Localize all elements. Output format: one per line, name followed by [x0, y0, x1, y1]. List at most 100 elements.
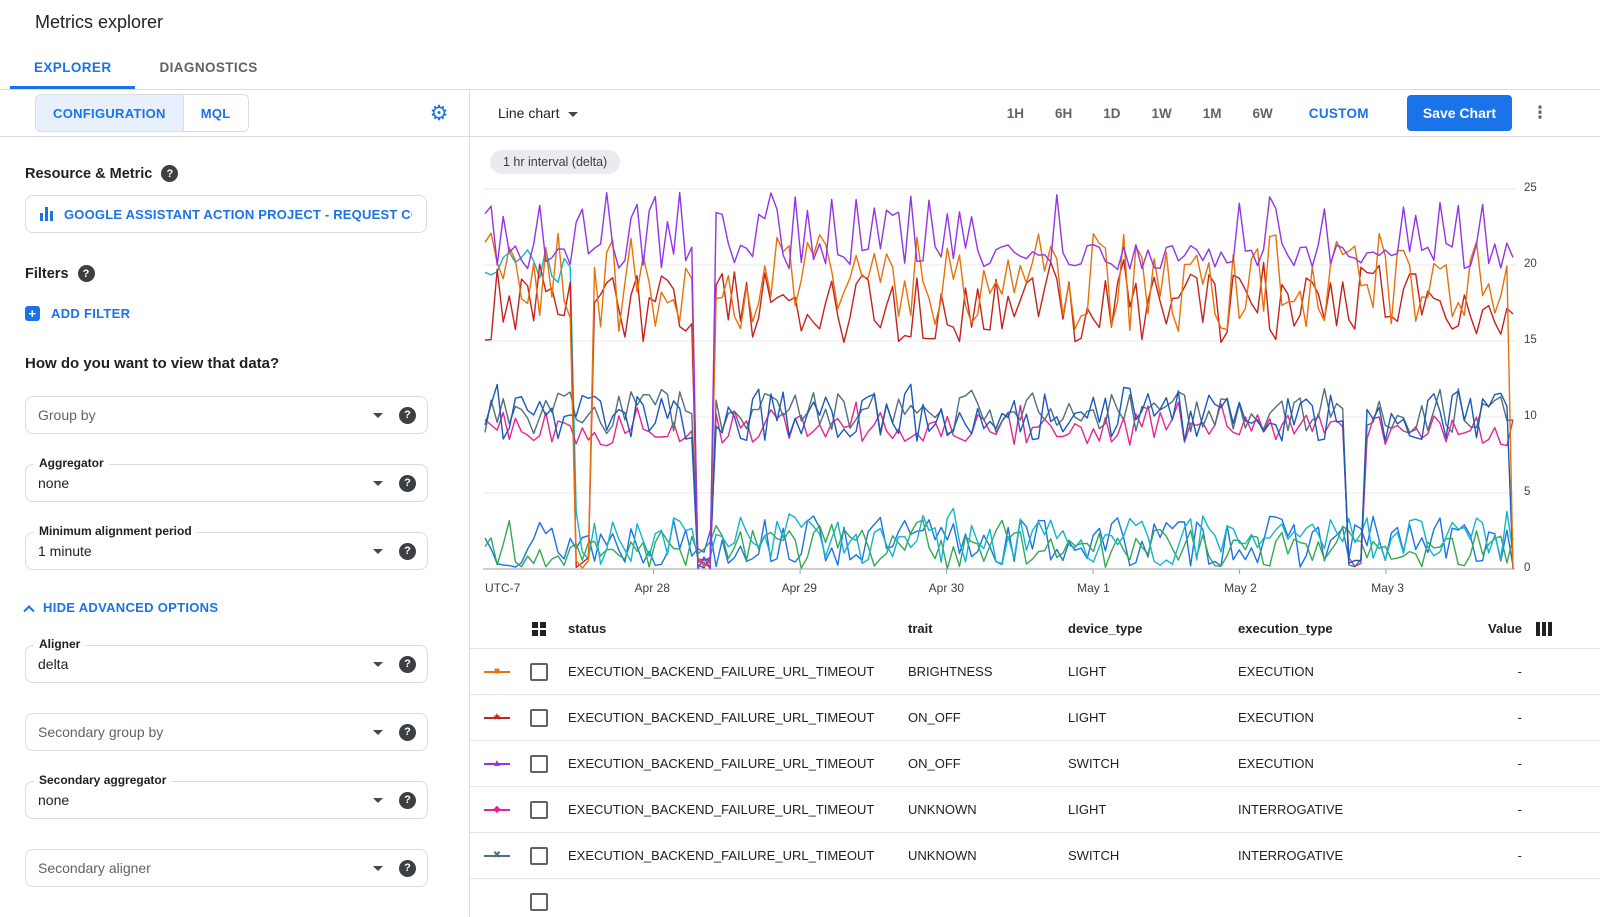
aligner-value: delta — [38, 656, 365, 672]
row-checkbox[interactable] — [530, 755, 548, 773]
series-key-icon: ★ — [484, 711, 510, 725]
cell-device-type: SWITCH — [1068, 848, 1238, 863]
row-checkbox[interactable] — [530, 893, 548, 911]
help-icon[interactable] — [399, 792, 416, 809]
aggregator-field: Aggregator none — [25, 464, 428, 502]
help-icon[interactable] — [399, 860, 416, 877]
cell-status: EXECUTION_BACKEND_FAILURE_URL_TIMEOUT — [568, 710, 908, 725]
help-icon[interactable] — [78, 265, 95, 282]
resource-metric-section: Resource & Metric — [25, 165, 427, 182]
series-key-icon: ■ — [484, 665, 510, 679]
secondary-aligner-field: Secondary aligner — [25, 849, 428, 887]
range-custom-button[interactable]: CUSTOM — [1309, 106, 1369, 121]
cell-value: - — [1468, 802, 1522, 817]
mql-mode-button[interactable]: MQL — [183, 95, 248, 131]
secondary-group-by-field: Secondary group by — [25, 713, 428, 751]
chevron-down-icon — [373, 866, 383, 871]
y-axis-labels: 2520151050 — [1524, 179, 1558, 579]
range-1h-button[interactable]: 1H — [1007, 106, 1024, 121]
chevron-down-icon — [373, 730, 383, 735]
aligner-select[interactable]: delta — [25, 645, 428, 683]
main-area: CONFIGURATION MQL Resource & Metric GOOG… — [0, 90, 1600, 917]
row-checkbox[interactable] — [530, 801, 548, 819]
min-alignment-field: Minimum alignment period 1 minute — [25, 532, 428, 570]
range-1m-button[interactable]: 1M — [1203, 106, 1222, 121]
range-6w-button[interactable]: 6W — [1253, 106, 1273, 121]
metric-chip[interactable]: GOOGLE ASSISTANT ACTION PROJECT - REQUES… — [25, 195, 427, 233]
help-icon[interactable] — [399, 543, 416, 560]
grid-icon[interactable] — [532, 622, 546, 636]
col-value: Value — [1468, 621, 1522, 636]
chevron-down-icon — [373, 413, 383, 418]
help-icon[interactable] — [399, 407, 416, 424]
col-execution-type: execution_type — [1238, 621, 1468, 636]
x-tick-label: Apr 30 — [929, 581, 964, 595]
cell-trait: ON_OFF — [908, 756, 1068, 771]
help-icon[interactable] — [399, 656, 416, 673]
chevron-down-icon — [373, 481, 383, 486]
chevron-up-icon — [23, 605, 34, 616]
x-axis-labels: UTC-7Apr 28Apr 29Apr 30May 1May 2May 3 — [483, 581, 1515, 599]
help-icon[interactable] — [399, 724, 416, 741]
cell-trait: UNKNOWN — [908, 848, 1068, 863]
group-by-select[interactable]: Group by — [25, 396, 428, 434]
top-tabbar: EXPLORER DIAGNOSTICS — [0, 45, 1600, 90]
help-icon[interactable] — [161, 165, 178, 182]
range-1d-button[interactable]: 1D — [1103, 106, 1120, 121]
resource-metric-label: Resource & Metric — [25, 166, 152, 182]
chart-canvas[interactable] — [483, 179, 1515, 579]
series-table: status trait device_type execution_type … — [470, 609, 1600, 917]
advanced-toggle-label: HIDE ADVANCED OPTIONS — [43, 600, 218, 615]
chevron-down-icon — [373, 798, 383, 803]
secondary-group-by-select[interactable]: Secondary group by — [25, 713, 428, 751]
tab-explorer[interactable]: EXPLORER — [10, 45, 135, 89]
row-checkbox[interactable] — [530, 847, 548, 865]
cell-status: EXECUTION_BACKEND_FAILURE_URL_TIMEOUT — [568, 848, 908, 863]
chart-type-label: Line chart — [498, 105, 559, 121]
line-chart[interactable]: 2520151050 — [483, 179, 1563, 579]
add-filter-button[interactable]: ADD FILTER — [25, 306, 427, 321]
more-vert-icon[interactable] — [1528, 103, 1552, 123]
chevron-down-icon — [373, 549, 383, 554]
help-icon[interactable] — [399, 475, 416, 492]
row-checkbox[interactable] — [530, 709, 548, 727]
series-key-icon: ◆ — [484, 803, 510, 817]
chart-type-dropdown[interactable]: Line chart — [498, 105, 578, 121]
gear-icon[interactable] — [427, 101, 451, 125]
series-key-icon: ✖ — [484, 849, 510, 863]
cell-execution-type: INTERROGATIVE — [1238, 802, 1468, 817]
secondary-aligner-select[interactable]: Secondary aligner — [25, 849, 428, 887]
time-range-group: 1H 6H 1D 1W 1M 6W — [1007, 106, 1273, 121]
cell-device-type: LIGHT — [1068, 802, 1238, 817]
group-by-field: Group by — [25, 396, 428, 434]
row-checkbox[interactable] — [530, 663, 548, 681]
x-tick-label: UTC-7 — [485, 581, 520, 595]
metric-chip-label: GOOGLE ASSISTANT ACTION PROJECT - REQUES… — [64, 207, 412, 222]
bar-chart-icon — [40, 207, 53, 221]
chevron-down-icon — [373, 662, 383, 667]
cell-device-type: SWITCH — [1068, 756, 1238, 771]
hide-advanced-options-toggle[interactable]: HIDE ADVANCED OPTIONS — [25, 600, 427, 615]
col-status: status — [568, 621, 908, 636]
configuration-mode-button[interactable]: CONFIGURATION — [36, 95, 183, 131]
columns-icon[interactable] — [1536, 622, 1570, 636]
range-1w-button[interactable]: 1W — [1152, 106, 1172, 121]
tab-diagnostics[interactable]: DIAGNOSTICS — [135, 45, 281, 89]
add-filter-label: ADD FILTER — [51, 306, 130, 321]
cell-trait: ON_OFF — [908, 710, 1068, 725]
series-key-icon: ▲ — [484, 757, 510, 771]
cell-value: - — [1468, 756, 1522, 771]
x-tick-label: May 2 — [1224, 581, 1257, 595]
app-header: Metrics explorer — [0, 0, 1600, 45]
chart-panel: Line chart 1H 6H 1D 1W 1M 6W CUSTOM Save… — [470, 90, 1600, 917]
mode-switch: CONFIGURATION MQL — [35, 94, 249, 132]
group-by-placeholder: Group by — [38, 407, 365, 423]
y-tick-label: 10 — [1524, 410, 1537, 422]
secondary-aggregator-value: none — [38, 792, 365, 808]
metrics-explorer-app: Metrics explorer EXPLORER DIAGNOSTICS CO… — [0, 0, 1600, 917]
save-chart-button[interactable]: Save Chart — [1407, 95, 1512, 131]
table-row: ■ EXECUTION_BACKEND_FAILURE_URL_TIMEOUT … — [470, 649, 1600, 695]
y-tick-label: 25 — [1524, 182, 1537, 194]
y-tick-label: 5 — [1524, 486, 1530, 498]
range-6h-button[interactable]: 6H — [1055, 106, 1072, 121]
